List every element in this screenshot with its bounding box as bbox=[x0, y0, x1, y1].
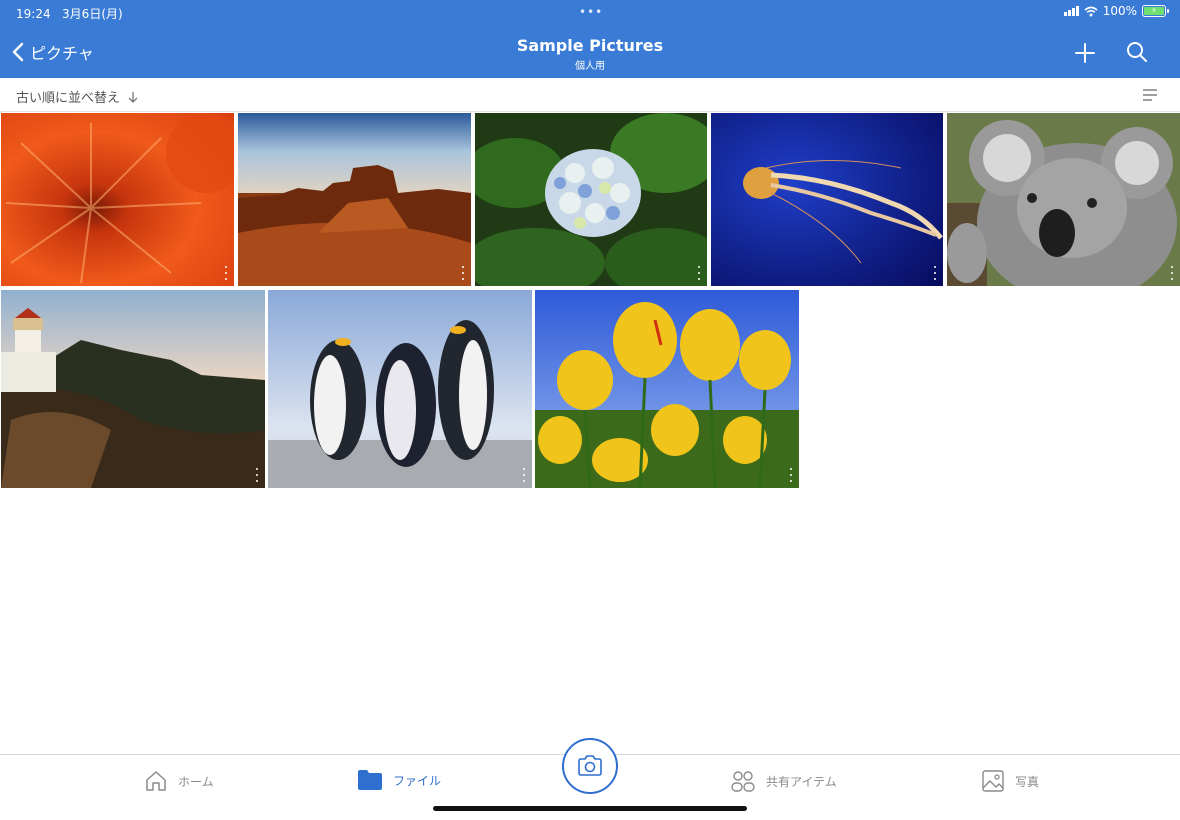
photo-tile-lighthouse[interactable] bbox=[1, 290, 265, 488]
more-options-icon[interactable] bbox=[933, 266, 937, 280]
photo-tile-chrysanthemum[interactable] bbox=[1, 113, 234, 286]
navigation-header: 19:24 3月6日(月) ••• 100% ⚡ ピクチャ Sample Pic… bbox=[0, 0, 1180, 78]
desert-image bbox=[238, 113, 471, 286]
more-options-icon[interactable] bbox=[224, 266, 228, 280]
photo-icon bbox=[982, 770, 1004, 792]
tab-files-label: ファイル bbox=[393, 773, 442, 788]
status-clock: 19:24 bbox=[16, 7, 51, 21]
photo-tile-penguins[interactable] bbox=[268, 290, 532, 488]
cellular-signal-icon bbox=[1063, 6, 1079, 16]
lighthouse-image bbox=[1, 290, 265, 488]
photo-tile-hydrangeas[interactable] bbox=[475, 113, 707, 286]
more-options-icon[interactable] bbox=[461, 266, 465, 280]
battery-percent: 100% bbox=[1102, 4, 1137, 18]
tab-shared[interactable]: 共有アイテム bbox=[730, 769, 837, 793]
status-indicators: 100% ⚡ bbox=[1063, 4, 1169, 18]
status-time: 19:24 3月6日(月) bbox=[16, 5, 123, 22]
more-options-icon[interactable] bbox=[522, 468, 526, 482]
shared-icon bbox=[731, 771, 755, 792]
photo-tile-desert[interactable] bbox=[238, 113, 471, 286]
tab-files[interactable]: ファイル bbox=[357, 769, 441, 791]
sort-toolbar: 古い順に並べ替え bbox=[0, 78, 1180, 112]
chrysanthemum-image bbox=[1, 113, 234, 286]
more-options-icon[interactable] bbox=[789, 468, 793, 482]
jellyfish-image bbox=[711, 113, 943, 286]
more-options-icon[interactable] bbox=[255, 468, 259, 482]
sort-label: 古い順に並べ替え bbox=[16, 91, 121, 106]
page-subtitle: 個人用 bbox=[575, 61, 605, 72]
photo-tile-koala[interactable] bbox=[947, 113, 1180, 286]
koala-image bbox=[947, 113, 1180, 286]
more-options-icon[interactable] bbox=[1170, 266, 1174, 280]
tab-shared-label: 共有アイテム bbox=[766, 774, 837, 789]
wifi-icon bbox=[1084, 6, 1098, 16]
camera-button[interactable] bbox=[562, 738, 618, 794]
page-title: Sample Pictures bbox=[516, 36, 664, 55]
more-options-icon[interactable] bbox=[697, 266, 701, 280]
tulips-image bbox=[535, 290, 799, 488]
sort-button[interactable]: 古い順に並べ替え bbox=[16, 87, 138, 106]
home-indicator[interactable] bbox=[433, 806, 747, 811]
tab-photos[interactable]: 写真 bbox=[981, 769, 1039, 793]
status-date: 3月6日(月) bbox=[62, 7, 123, 21]
folder-icon bbox=[358, 770, 382, 790]
tab-home-label: ホーム bbox=[178, 774, 214, 789]
battery-icon: ⚡ bbox=[1142, 5, 1169, 17]
photo-tile-tulips[interactable] bbox=[535, 290, 799, 488]
camera-icon bbox=[578, 755, 602, 776]
hydrangeas-image bbox=[475, 113, 707, 286]
tab-photos-label: 写真 bbox=[1015, 774, 1040, 789]
photo-tile-jellyfish[interactable] bbox=[711, 113, 943, 286]
tab-home[interactable]: ホーム bbox=[144, 769, 214, 793]
home-icon bbox=[146, 771, 166, 791]
arrow-down-icon bbox=[128, 91, 138, 103]
add-icon[interactable] bbox=[1072, 40, 1098, 66]
list-view-icon[interactable] bbox=[1142, 88, 1158, 102]
search-icon[interactable] bbox=[1126, 41, 1148, 63]
penguins-image bbox=[268, 290, 532, 488]
multitasking-dots-icon[interactable]: ••• bbox=[579, 5, 603, 19]
